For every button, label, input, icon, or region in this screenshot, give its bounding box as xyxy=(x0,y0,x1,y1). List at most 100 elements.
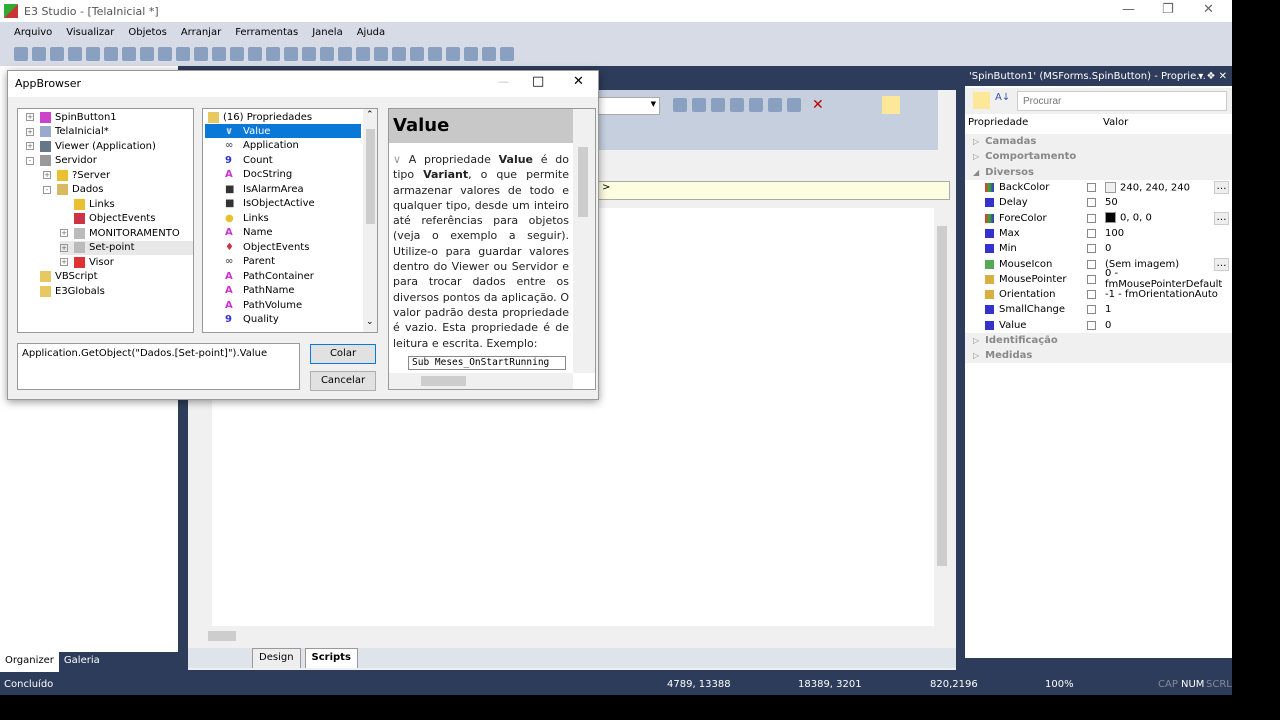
property-item[interactable]: ● Links xyxy=(205,211,361,225)
expand-icon[interactable]: + xyxy=(60,243,68,252)
tree-item[interactable]: - Servidor xyxy=(26,154,97,168)
toolbar-button-icon[interactable] xyxy=(50,47,64,61)
toolbar-button-icon[interactable] xyxy=(266,47,280,61)
toolbar-button-icon[interactable] xyxy=(158,47,172,61)
property-category[interactable]: ◢ Diversos xyxy=(965,164,1232,180)
property-value[interactable]: 240, 240, 240 xyxy=(1105,181,1190,193)
property-row[interactable]: Value 0 xyxy=(965,318,1232,333)
object-tree-icon[interactable] xyxy=(882,96,900,114)
menu-arranjar[interactable]: Arranjar xyxy=(181,27,221,38)
paste-button[interactable]: Colar xyxy=(310,344,376,364)
property-row[interactable]: Min 0 xyxy=(965,241,1232,256)
toolbar-button-icon[interactable] xyxy=(500,47,514,61)
property-item[interactable]: A PathName xyxy=(205,284,361,298)
close-button[interactable]: ✕ xyxy=(1203,2,1214,17)
expand-icon[interactable]: + xyxy=(26,127,34,136)
property-value[interactable]: 100 xyxy=(1105,228,1124,239)
help-vertical-scrollbar[interactable] xyxy=(573,109,595,373)
menu-objetos[interactable]: Objetos xyxy=(128,27,166,38)
property-item[interactable]: A DocString xyxy=(205,168,361,182)
sort-alpha-icon[interactable]: A↓ xyxy=(995,92,1010,103)
property-item[interactable]: 9 Quality xyxy=(205,313,361,327)
dialog-close-button[interactable]: ✕ xyxy=(573,74,584,89)
toolbar-button-icon[interactable] xyxy=(248,47,262,61)
property-item[interactable]: 9 Count xyxy=(205,153,361,167)
property-value[interactable]: 0 xyxy=(1105,243,1111,254)
toolbar-button-icon[interactable] xyxy=(212,47,226,61)
tree-item[interactable]: + SpinButton1 xyxy=(26,110,117,124)
property-category[interactable]: ▷ Camadas xyxy=(965,134,1232,150)
minimize-button[interactable]: — xyxy=(1122,2,1135,17)
property-row[interactable]: SmallChange 1 xyxy=(965,302,1232,317)
delete-icon[interactable]: ✕ xyxy=(812,98,824,112)
link-checkbox-icon[interactable] xyxy=(1087,290,1096,300)
toolbar-button-icon[interactable] xyxy=(140,47,154,61)
property-item[interactable]: A PathVolume xyxy=(205,298,361,312)
toolbar-button-icon[interactable] xyxy=(428,47,442,61)
link-checkbox-icon[interactable] xyxy=(1087,228,1096,238)
property-value[interactable]: 50 xyxy=(1105,197,1118,208)
object-tree[interactable]: + SpinButton1 + TelaInicial* + Viewer (Applic… xyxy=(17,108,194,333)
editor-horizontal-scrollbar[interactable] xyxy=(194,628,934,644)
tree-item[interactable]: + Viewer (Application) xyxy=(26,139,156,153)
expand-icon[interactable]: + xyxy=(26,142,34,150)
property-item[interactable]: ■ IsObjectActive xyxy=(205,197,361,211)
dialog-minimize-button[interactable]: — xyxy=(498,75,509,88)
expand-icon[interactable]: + xyxy=(26,113,34,121)
tree-item[interactable]: VBScript xyxy=(26,270,98,284)
toolbar-button-icon[interactable] xyxy=(320,47,334,61)
ellipsis-button[interactable]: … xyxy=(1214,211,1229,225)
toolbar-button-icon[interactable] xyxy=(356,47,370,61)
tree-item[interactable]: + Set-point xyxy=(60,240,193,255)
editor-tool-icon[interactable] xyxy=(711,98,725,112)
property-row[interactable]: Max 100 xyxy=(965,226,1232,241)
property-row[interactable]: ForeColor 0, 0, 0… xyxy=(965,211,1232,226)
editor-tool-icon[interactable] xyxy=(768,98,782,112)
toolbar-button-icon[interactable] xyxy=(446,47,460,61)
tab-design[interactable]: Design xyxy=(252,648,301,668)
tree-item[interactable]: ObjectEvents xyxy=(60,212,155,226)
toolbar-button-icon[interactable] xyxy=(374,47,388,61)
maximize-button[interactable]: ❐ xyxy=(1162,2,1174,17)
editor-tool-icon[interactable] xyxy=(730,98,744,112)
tab-organizer[interactable]: Organizer xyxy=(0,652,59,672)
tree-item[interactable]: + Visor xyxy=(60,255,114,269)
collapse-icon[interactable]: - xyxy=(26,156,34,165)
expand-icon[interactable]: + xyxy=(60,229,68,237)
tree-item[interactable]: + TelaInicial* xyxy=(26,125,109,139)
panel-close-icon[interactable]: ▾ ❖ ✕ xyxy=(1198,71,1227,82)
property-item[interactable]: ■ IsAlarmArea xyxy=(205,182,361,196)
expand-icon[interactable]: + xyxy=(60,258,68,266)
toolbar-button-icon[interactable] xyxy=(284,47,298,61)
editor-tool-icon[interactable] xyxy=(673,98,687,112)
expand-arrow-icon[interactable]: ▷ xyxy=(973,137,979,146)
menu-visualizar[interactable]: Visualizar xyxy=(66,27,114,38)
dialog-maximize-button[interactable]: □ xyxy=(532,74,544,89)
event-combo[interactable]: ▼ xyxy=(598,97,660,115)
toolbar-button-icon[interactable] xyxy=(410,47,424,61)
menu-arquivo[interactable]: Arquivo xyxy=(14,27,52,38)
tab-scripts[interactable]: Scripts xyxy=(304,648,358,668)
property-value[interactable]: 0, 0, 0 xyxy=(1105,212,1152,224)
property-category[interactable]: ▷ Identificação xyxy=(965,332,1232,349)
link-checkbox-icon[interactable] xyxy=(1087,320,1096,330)
property-item[interactable]: ∞ Application xyxy=(205,139,361,153)
toolbar-button-icon[interactable] xyxy=(338,47,352,61)
toolbar-button-icon[interactable] xyxy=(32,47,46,61)
expand-icon[interactable]: + xyxy=(43,171,51,179)
toolbar-button-icon[interactable] xyxy=(176,47,190,61)
tab-galeria[interactable]: Galeria xyxy=(59,652,105,672)
editor-tool-icon[interactable] xyxy=(692,98,706,112)
link-checkbox-icon[interactable] xyxy=(1087,213,1096,223)
menu-ajuda[interactable]: Ajuda xyxy=(357,27,385,38)
link-checkbox-icon[interactable] xyxy=(1087,198,1096,208)
tree-item[interactable]: + MONITORAMENTO xyxy=(60,226,180,240)
help-horizontal-scrollbar[interactable] xyxy=(389,373,573,389)
editor-tool-icon[interactable] xyxy=(787,98,801,112)
collapse-icon[interactable]: - xyxy=(43,185,51,194)
expand-arrow-icon[interactable]: ▷ xyxy=(973,351,979,360)
property-row[interactable]: BackColor 240, 240, 240… xyxy=(965,180,1232,195)
toolbar-button-icon[interactable] xyxy=(392,47,406,61)
collapse-arrow-icon[interactable]: ◢ xyxy=(973,168,979,177)
cancel-button[interactable]: Cancelar xyxy=(310,371,376,391)
